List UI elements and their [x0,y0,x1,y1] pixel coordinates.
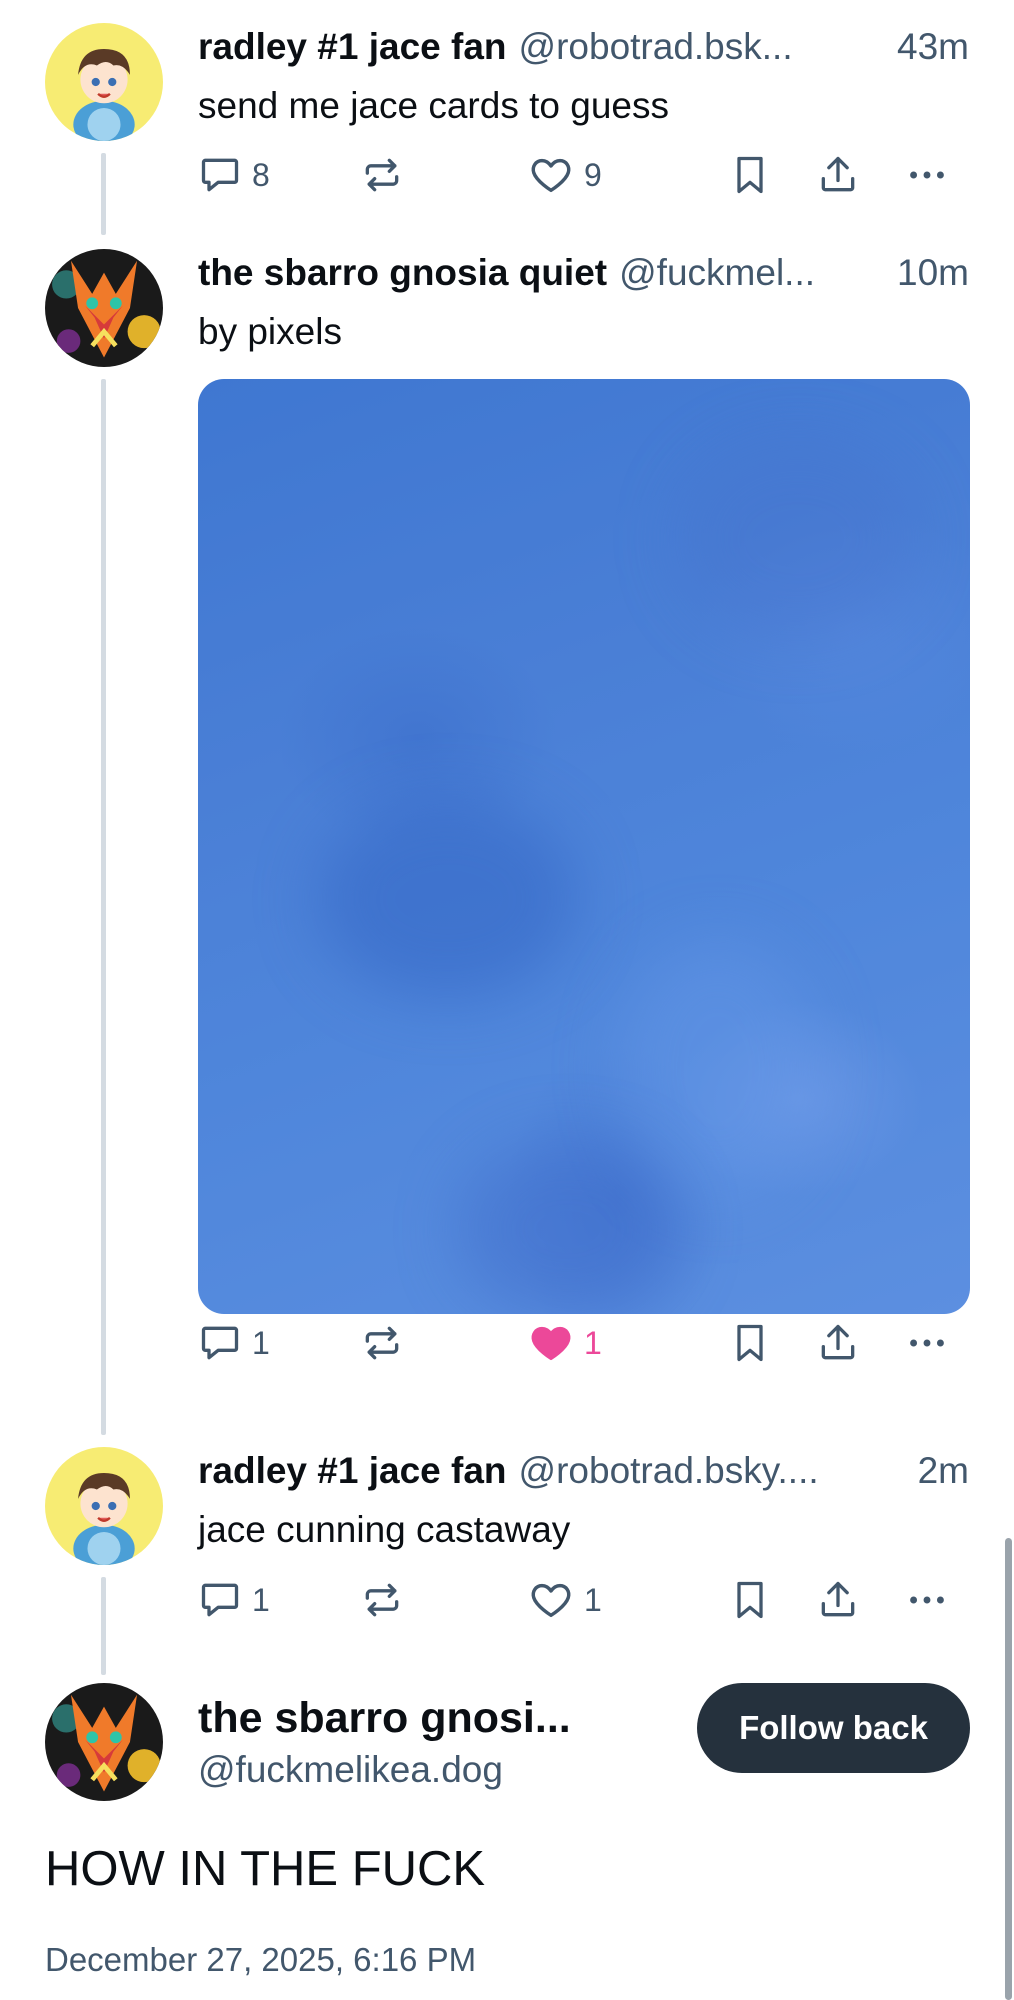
thread-line [101,379,106,1435]
main-post-avatar[interactable] [45,1683,163,1801]
like-icon [531,1583,571,1618]
main-post-handle[interactable]: @fuckmelikea.dog [198,1746,503,1794]
bookmark-icon [737,1324,763,1362]
more-options-button[interactable] [904,1315,950,1371]
post-text: jace cunning castaway [198,1509,571,1550]
bookmark-button[interactable] [728,1315,772,1371]
avatar[interactable] [45,249,163,367]
post-text: by pixels [198,311,342,352]
share-icon [821,1324,855,1360]
avatar-image-jace [45,23,163,141]
reply-icon [201,158,239,192]
repost-icon [365,1583,399,1617]
handle[interactable]: @fuckmel... [619,249,887,297]
timestamp[interactable]: 2m [918,1447,969,1495]
display-name[interactable]: radley #1 jace fan [198,1447,507,1495]
repost-button[interactable] [360,147,404,203]
reply-icon [201,1583,239,1617]
action-bar: 1 1 [198,1315,973,1371]
like-icon-filled [531,1326,571,1361]
timestamp[interactable]: 10m [897,249,969,297]
avatar-image-colorful-mask [45,249,163,367]
repost-icon [365,158,399,192]
like-button[interactable]: 1 [528,1315,602,1371]
bookmark-button[interactable] [728,1572,772,1628]
reply-count: 1 [252,1324,270,1361]
display-name[interactable]: radley #1 jace fan [198,23,507,71]
avatar-image-colorful-mask [45,1683,163,1801]
repost-button[interactable] [360,1572,404,1628]
follow-back-button[interactable]: Follow back [697,1683,970,1773]
share-icon [821,156,855,192]
more-options-button[interactable] [904,147,950,203]
scrollbar[interactable] [1005,1538,1012,2000]
more-icon [910,171,944,179]
handle[interactable]: @robotrad.bsk... [519,23,887,71]
repost-icon [365,1326,399,1360]
like-count: 9 [584,156,602,193]
like-button[interactable]: 9 [528,147,602,203]
avatar-image-jace [45,1447,163,1565]
post-header: the sbarro gnosia quiet @fuckmel... 10m [198,249,969,297]
post-image-blurred[interactable] [198,379,970,1314]
like-count: 1 [584,1581,602,1618]
thread-line [101,1577,106,1675]
bookmark-icon [737,1581,763,1619]
thread-post-3: radley #1 jace fan @robotrad.bsky.... 2m… [0,1435,1014,1675]
more-options-button[interactable] [904,1572,950,1628]
reply-button[interactable]: 8 [198,147,270,203]
reply-icon [201,1326,239,1360]
main-post-date: December 27, 2025, 6:16 PM [45,1941,477,1978]
reply-button[interactable]: 1 [198,1315,270,1371]
share-button[interactable] [816,1315,860,1371]
post-text: send me jace cards to guess [198,85,669,126]
more-icon [910,1596,944,1604]
thread-post-1: radley #1 jace fan @robotrad.bsk... 43m … [0,0,1014,235]
like-icon [531,158,571,193]
reply-count: 1 [252,1581,270,1618]
share-button[interactable] [816,147,860,203]
bookmark-button[interactable] [728,147,772,203]
repost-button[interactable] [360,1315,404,1371]
avatar[interactable] [45,1447,163,1565]
like-button[interactable]: 1 [528,1572,602,1628]
handle[interactable]: @robotrad.bsky.... [519,1447,908,1495]
reply-count: 8 [252,156,270,193]
reply-button[interactable]: 1 [198,1572,270,1628]
main-post-text: HOW IN THE FUCK [45,1842,486,1896]
share-icon [821,1581,855,1617]
action-bar: 1 1 [198,1572,973,1628]
share-button[interactable] [816,1572,860,1628]
action-bar: 8 9 [198,147,973,203]
display-name[interactable]: the sbarro gnosia quiet [198,249,607,297]
thread-line [101,153,106,235]
main-post-display-name[interactable]: the sbarro gnosi... [198,1690,571,1746]
post-header: radley #1 jace fan @robotrad.bsky.... 2m [198,1447,969,1495]
timestamp[interactable]: 43m [897,23,969,71]
like-count: 1 [584,1324,602,1361]
bookmark-icon [737,156,763,194]
more-icon [910,1339,944,1347]
avatar[interactable] [45,23,163,141]
post-header: radley #1 jace fan @robotrad.bsk... 43m [198,23,969,71]
